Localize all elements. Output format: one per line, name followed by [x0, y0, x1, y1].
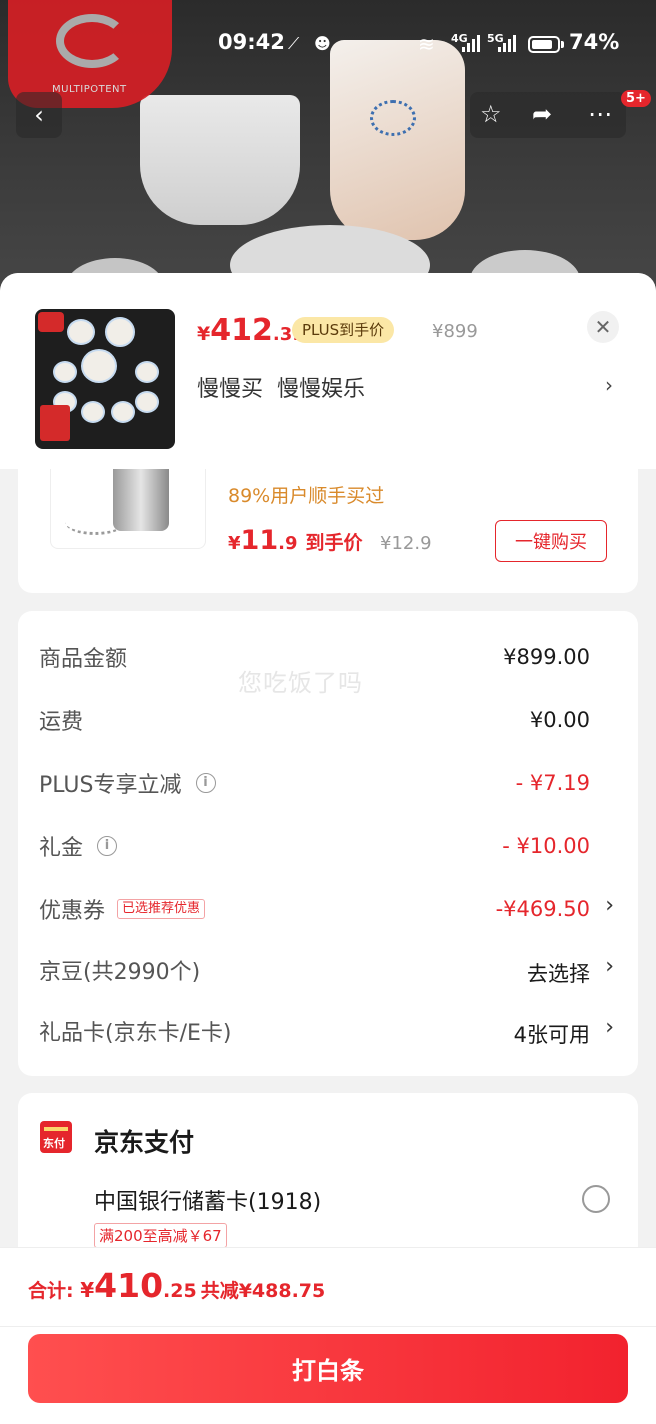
signal-icon — [462, 34, 484, 52]
addon-price: ¥11.9 到手价 — [228, 525, 363, 556]
addon-original-price: ¥12.9 — [380, 533, 432, 554]
one-click-buy-button[interactable]: 一键购买 — [495, 520, 607, 562]
summary-row-goods: 商品金额 ¥899.00 — [18, 641, 638, 681]
row-label: 商品金额 — [39, 647, 128, 672]
chevron-right-icon[interactable]: › — [605, 373, 613, 397]
row-label: 礼金 — [39, 836, 84, 861]
original-price: ¥899 — [432, 321, 478, 342]
summary-row-shipping: 运费 ¥0.00 — [18, 704, 638, 744]
info-icon[interactable]: i — [195, 773, 216, 793]
addon-thumbnail[interactable] — [50, 469, 206, 549]
row-value: ¥899.00 — [503, 645, 590, 669]
pay-button[interactable]: 打白条 — [28, 1334, 628, 1403]
jd-pay-icon: 东付 — [40, 1121, 72, 1153]
status-time: 09:42 — [218, 30, 285, 54]
row-label: PLUS专享立减 — [39, 773, 182, 798]
row-label: 礼品卡(京东卡/E卡) — [39, 1021, 232, 1046]
chevron-right-icon: › — [605, 1015, 614, 1040]
qq-icon: ☻ — [314, 34, 331, 53]
payment-title: 京东支付 — [94, 1128, 195, 1157]
back-button[interactable]: ‹ — [16, 92, 62, 138]
row-value: ¥0.00 — [529, 708, 590, 732]
row-value: -¥469.50 — [495, 897, 590, 921]
addon-rate: 89%用户顺手买过 — [228, 485, 385, 507]
bank-promo-tag: 满200至高减￥67 — [94, 1223, 227, 1248]
summary-row-coupon[interactable]: 优惠券 已选推荐优惠 -¥469.50 › — [18, 893, 638, 933]
price-summary: 您吃饭了吗 商品金额 ¥899.00 运费 ¥0.00 PLUS专享立减 i - … — [18, 611, 638, 1076]
status-bar: 09:42 ⟋ ☻ ≋ 4G 5G 74% — [0, 28, 656, 62]
brand-logo-text: MULTIPOTENT — [52, 84, 127, 95]
summary-row-jd-beans[interactable]: 京豆(共2990个) 去选择 › — [18, 954, 638, 994]
checkout-bar: 合计: ¥410.25 共减¥488.75 打白条 — [0, 1247, 656, 1424]
total-saving: 共减¥488.75 — [200, 1280, 326, 1302]
summary-row-gift-card[interactable]: 礼品卡(京东卡/E卡) 4张可用 › — [18, 1015, 638, 1055]
sheet-header: ¥412.31 PLUS到手价 ¥899 ✕ 慢慢买 慢慢娱乐 › — [0, 273, 656, 469]
row-label: 运费 — [39, 710, 84, 735]
chevron-right-icon: › — [605, 954, 614, 979]
product-price: ¥412.31 — [197, 313, 305, 348]
signal-icon — [498, 34, 520, 52]
info-icon[interactable]: i — [97, 836, 118, 856]
close-icon: ✕ — [594, 315, 612, 339]
total-amount: 合计: ¥410.25 共减¥488.75 — [28, 1266, 326, 1305]
share-icon[interactable]: ➦ — [532, 100, 552, 128]
back-arrow-icon: ‹ — [34, 101, 44, 129]
more-icon[interactable]: ⋯ — [588, 100, 612, 128]
plus-price-tag: PLUS到手价 — [292, 317, 395, 343]
nav-actions: ☆ ➦ ⋯ — [470, 92, 626, 138]
battery-icon — [528, 36, 560, 53]
summary-row-gift-money: 礼金 i - ¥10.00 — [18, 830, 638, 870]
bank-card-option[interactable]: 中国银行储蓄卡(1918) — [94, 1184, 321, 1216]
row-value: - ¥7.19 — [515, 771, 590, 795]
addon-card: 89%用户顺手买过 ¥11.9 到手价 ¥12.9 一键购买 — [18, 469, 638, 593]
link-icon: ⟋ — [288, 34, 300, 53]
row-label: 优惠券 — [39, 899, 106, 924]
radio-icon[interactable] — [582, 1185, 610, 1213]
row-value: - ¥10.00 — [502, 834, 590, 858]
battery-percent: 74% — [569, 30, 620, 54]
star-icon[interactable]: ☆ — [480, 100, 502, 128]
summary-row-plus-discount: PLUS专享立减 i - ¥7.19 — [18, 767, 638, 807]
row-label: 京豆(共2990个) — [39, 960, 201, 985]
product-spec[interactable]: 慢慢买 慢慢娱乐 — [197, 371, 365, 403]
row-value: 去选择 — [527, 962, 590, 986]
notification-badge: 5+ — [621, 90, 651, 107]
close-button[interactable]: ✕ — [587, 311, 619, 343]
row-value: 4张可用 — [513, 1023, 590, 1047]
wifi-icon: ≋ — [418, 32, 435, 56]
coupon-tag: 已选推荐优惠 — [117, 899, 206, 919]
chevron-right-icon: › — [605, 893, 614, 918]
product-thumbnail[interactable] — [35, 309, 175, 449]
